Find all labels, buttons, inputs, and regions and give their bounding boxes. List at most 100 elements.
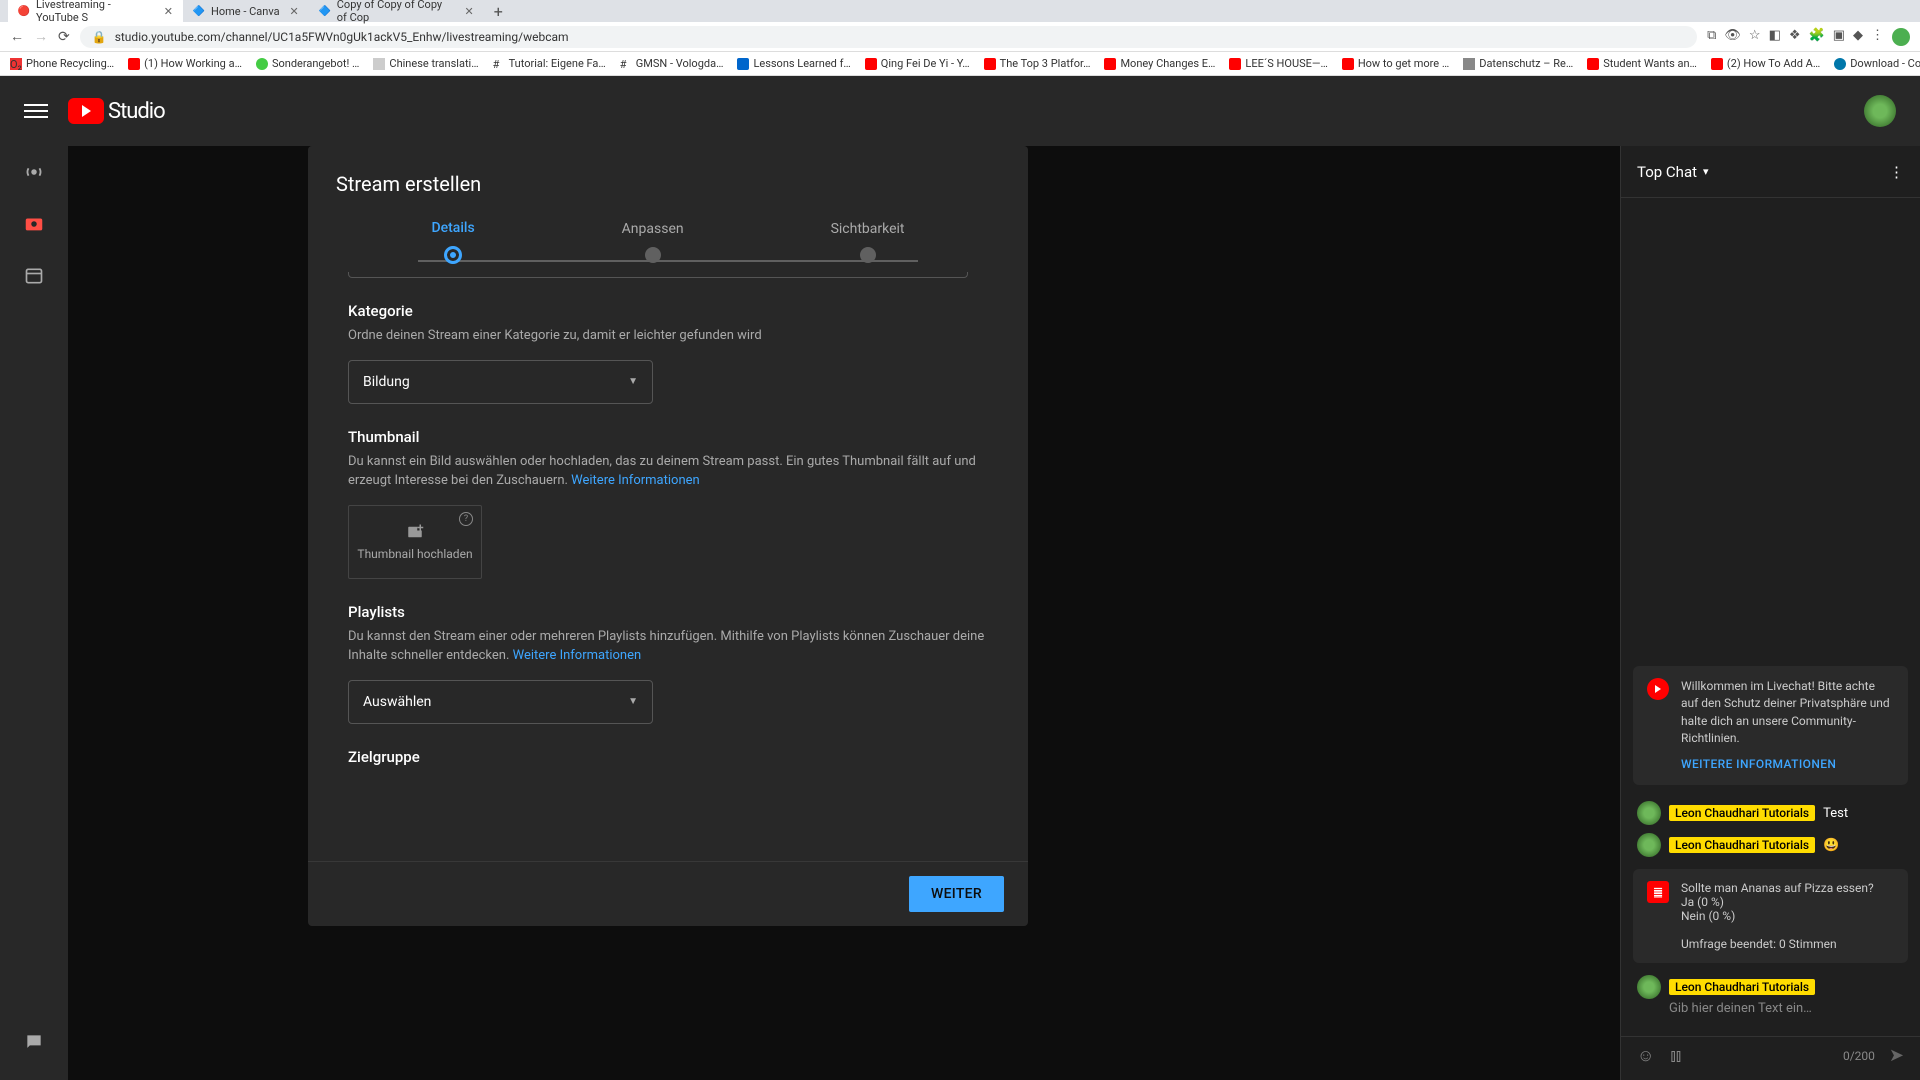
bookmark-item[interactable]: How to get more … <box>1342 57 1449 70</box>
bookmark-item[interactable]: The Top 3 Platfor… <box>984 57 1091 70</box>
bookmark-item[interactable]: Sonderangebot! … <box>256 57 359 70</box>
tab-close-icon[interactable]: ✕ <box>290 5 299 18</box>
sidebar-webcam-icon[interactable] <box>16 206 52 242</box>
step-visibility[interactable]: Sichtbarkeit <box>831 221 905 263</box>
tab-title: Copy of Copy of Copy of Cop <box>337 0 455 24</box>
poll-option: Ja (0 %) <box>1681 895 1874 909</box>
url-field[interactable]: 🔒 studio.youtube.com/channel/UC1a5FWVn0g… <box>80 26 1697 48</box>
browser-chrome: 🔴 Livestreaming - YouTube S ✕ 🔷 Home - C… <box>0 0 1920 76</box>
profile-icon[interactable] <box>1892 28 1910 46</box>
bookmark-item[interactable]: Chinese translati… <box>373 57 478 70</box>
step-details[interactable]: Details <box>431 220 474 264</box>
section-title: Thumbnail <box>348 428 988 446</box>
chat-footer: ☺ ⫾⫾ 0/200 ➤ <box>1621 1036 1920 1080</box>
modal-scroll-area[interactable]: Kategorie Ordne deinen Stream einer Kate… <box>308 272 1028 861</box>
ext1-icon[interactable]: ◧ <box>1769 28 1781 46</box>
youtube-icon <box>68 98 104 124</box>
live-chat-panel: Top Chat ▾ ⋮ Willkommen im Livechat! Bit… <box>1620 146 1920 1080</box>
chat-author-badge[interactable]: Leon Chaudhari Tutorials <box>1669 805 1815 821</box>
category-select[interactable]: Bildung ▼ <box>348 360 653 404</box>
thumbnail-info-link[interactable]: Weitere Informationen <box>571 473 700 488</box>
eye-icon[interactable]: 👁 <box>1724 28 1741 46</box>
menu-button[interactable] <box>24 99 48 123</box>
chat-messages[interactable]: Willkommen im Livechat! Bitte achte auf … <box>1621 198 1920 1030</box>
chat-text: 😃 <box>1823 838 1839 853</box>
bookmark-item[interactable]: Qing Fei De Yi - Y… <box>865 57 970 70</box>
browser-tab-1[interactable]: 🔴 Livestreaming - YouTube S ✕ <box>8 0 183 27</box>
chevron-down-icon: ▾ <box>1703 165 1709 178</box>
browser-tab-3[interactable]: 🔷 Copy of Copy of Copy of Cop ✕ <box>309 0 484 27</box>
next-button[interactable]: WEITER <box>909 876 1004 912</box>
bookmark-item[interactable]: #GMSN - Vologda… <box>620 57 724 70</box>
poll-option: Nein (0 %) <box>1681 909 1874 923</box>
tab-close-icon[interactable]: ✕ <box>164 5 173 18</box>
tab-title: Livestreaming - YouTube S <box>36 0 154 24</box>
new-tab-button[interactable]: + <box>494 2 503 21</box>
bookmark-item[interactable]: Datenschutz – Re… <box>1463 57 1573 70</box>
ext2-icon[interactable]: ❖ <box>1789 28 1801 46</box>
bookmark-item[interactable]: Lessons Learned f… <box>737 57 850 70</box>
star-icon[interactable]: ☆ <box>1749 28 1761 46</box>
reload-button[interactable]: ⟳ <box>58 29 70 45</box>
ext3-icon[interactable]: ▣ <box>1833 28 1845 46</box>
tab-favicon: 🔷 <box>319 5 331 17</box>
chat-author-badge[interactable]: Leon Chaudhari Tutorials <box>1669 837 1815 853</box>
user-avatar[interactable] <box>1864 95 1896 127</box>
youtube-icon <box>1647 678 1669 700</box>
bookmark-item[interactable]: O₂Phone Recycling… <box>10 57 114 70</box>
upload-image-icon <box>405 523 425 541</box>
ext4-icon[interactable]: ◆ <box>1853 28 1863 46</box>
poll-question: Sollte man Ananas auf Pizza essen? <box>1681 881 1874 895</box>
bookmark-item[interactable]: Money Changes E… <box>1104 57 1215 70</box>
avatar <box>1637 833 1661 857</box>
sidebar-feedback-icon[interactable] <box>16 1024 52 1060</box>
playlist-info-link[interactable]: Weitere Informationen <box>513 648 642 663</box>
send-icon[interactable]: ➤ <box>1889 1045 1904 1066</box>
menu-icon[interactable]: ⋮ <box>1871 28 1884 46</box>
chat-input[interactable]: Gib hier deinen Text ein… <box>1621 1001 1920 1020</box>
poll-ended: Umfrage beendet: 0 Stimmen <box>1681 937 1874 951</box>
bookmark-item[interactable]: (1) How Working a… <box>128 57 242 70</box>
emoji-button[interactable]: ☺ <box>1637 1046 1654 1066</box>
chat-author-badge: Leon Chaudhari Tutorials <box>1669 979 1815 995</box>
create-stream-modal: Stream erstellen Details Anpassen Sichtb… <box>308 146 1028 926</box>
puzzle-icon[interactable]: 🧩 <box>1809 28 1825 46</box>
bookmark-item[interactable]: (2) How To Add A… <box>1711 57 1820 70</box>
tab-favicon: 🔷 <box>193 5 205 17</box>
bookmark-item[interactable]: Download - Cooki… <box>1834 57 1920 70</box>
browser-tab-2[interactable]: 🔷 Home - Canva ✕ <box>183 2 309 21</box>
lock-icon: 🔒 <box>92 30 107 44</box>
playlist-select[interactable]: Auswählen ▼ <box>348 680 653 724</box>
section-zielgruppe: Zielgruppe <box>348 748 988 766</box>
help-icon[interactable]: ? <box>459 512 473 526</box>
bookmark-item[interactable]: LEE´S HOUSE—… <box>1229 57 1327 70</box>
chat-text: Test <box>1823 806 1848 821</box>
thumbnail-upload-button[interactable]: ? Thumbnail hochladen <box>348 505 482 579</box>
chat-welcome-link[interactable]: WEITERE INFORMATIONEN <box>1681 756 1894 773</box>
modal-title: Stream erstellen <box>308 146 1028 204</box>
toolbar-right: ⧉ 👁 ☆ ◧ ❖ 🧩 ▣ ◆ ⋮ <box>1707 28 1910 46</box>
bookmark-item[interactable]: Student Wants an… <box>1587 57 1697 70</box>
chat-mode-dropdown[interactable]: Top Chat ▾ <box>1637 163 1709 181</box>
upload-label: Thumbnail hochladen <box>357 547 472 561</box>
share-icon[interactable]: ⧉ <box>1707 28 1716 46</box>
step-dot-icon <box>860 247 876 263</box>
avatar <box>1637 801 1661 825</box>
section-thumbnail: Thumbnail Du kannst ein Bild auswählen o… <box>348 428 988 579</box>
studio-logo[interactable]: Studio <box>68 98 165 124</box>
chat-title: Top Chat <box>1637 163 1697 181</box>
step-customize[interactable]: Anpassen <box>622 221 684 263</box>
forward-button[interactable]: → <box>34 28 48 45</box>
sidebar-manage-icon[interactable] <box>16 258 52 294</box>
section-desc: Ordne deinen Stream einer Kategorie zu, … <box>348 326 988 346</box>
avatar <box>1637 975 1661 999</box>
tab-close-icon[interactable]: ✕ <box>465 5 474 18</box>
sidebar-stream-icon[interactable] <box>16 154 52 190</box>
chat-menu-icon[interactable]: ⋮ <box>1889 163 1904 181</box>
title-input-bottom[interactable] <box>348 272 968 278</box>
poll-button[interactable]: ⫾⫾ <box>1670 1046 1681 1066</box>
bookmark-item[interactable]: #Tutorial: Eigene Fa… <box>493 57 606 70</box>
back-button[interactable]: ← <box>10 28 24 45</box>
step-dot-icon <box>645 247 661 263</box>
section-desc: Du kannst den Stream einer oder mehreren… <box>348 627 988 666</box>
